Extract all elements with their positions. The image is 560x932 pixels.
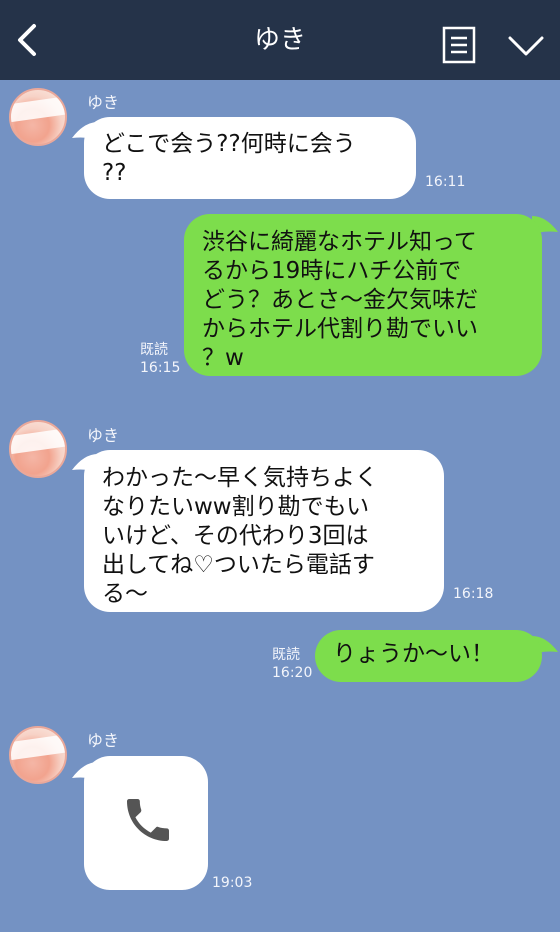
chat-header: ゆき [0, 0, 560, 80]
call-bubble[interactable] [84, 756, 208, 890]
chevron-down-icon [508, 36, 544, 56]
message-bubble[interactable]: わかった〜早く気持ちよく なりたいww割り勘でもい いけど、その代わり3回は 出… [84, 450, 444, 612]
expand-button[interactable] [506, 30, 546, 60]
avatar[interactable] [9, 420, 67, 478]
message-time: 16:18 [453, 586, 494, 602]
message-bubble[interactable]: 渋谷に綺麗なホテル知って るから19時にハチ公前で どう？あとさ〜金欠気味だ か… [184, 214, 542, 376]
phone-icon [127, 799, 169, 841]
message-bubble[interactable]: どこで会う??何時に会う ?? [84, 117, 416, 199]
message-time: 19:03 [212, 875, 253, 891]
message-time: 16:15 [140, 360, 181, 376]
sender-name: ゆき [87, 93, 120, 112]
message-bubble[interactable]: りょうか〜い！ [315, 630, 542, 682]
message-time: 16:20 [272, 665, 313, 681]
menu-button[interactable] [441, 25, 477, 65]
avatar[interactable] [9, 726, 67, 784]
read-status: 既読 [272, 647, 300, 663]
chevron-left-icon [18, 24, 36, 56]
avatar[interactable] [9, 88, 67, 146]
sender-name: ゆき [87, 731, 120, 750]
back-button[interactable] [10, 22, 46, 58]
note-icon [442, 26, 476, 64]
sender-name: ゆき [87, 426, 120, 445]
read-status: 既読 [140, 342, 168, 358]
message-time: 16:11 [425, 174, 466, 190]
